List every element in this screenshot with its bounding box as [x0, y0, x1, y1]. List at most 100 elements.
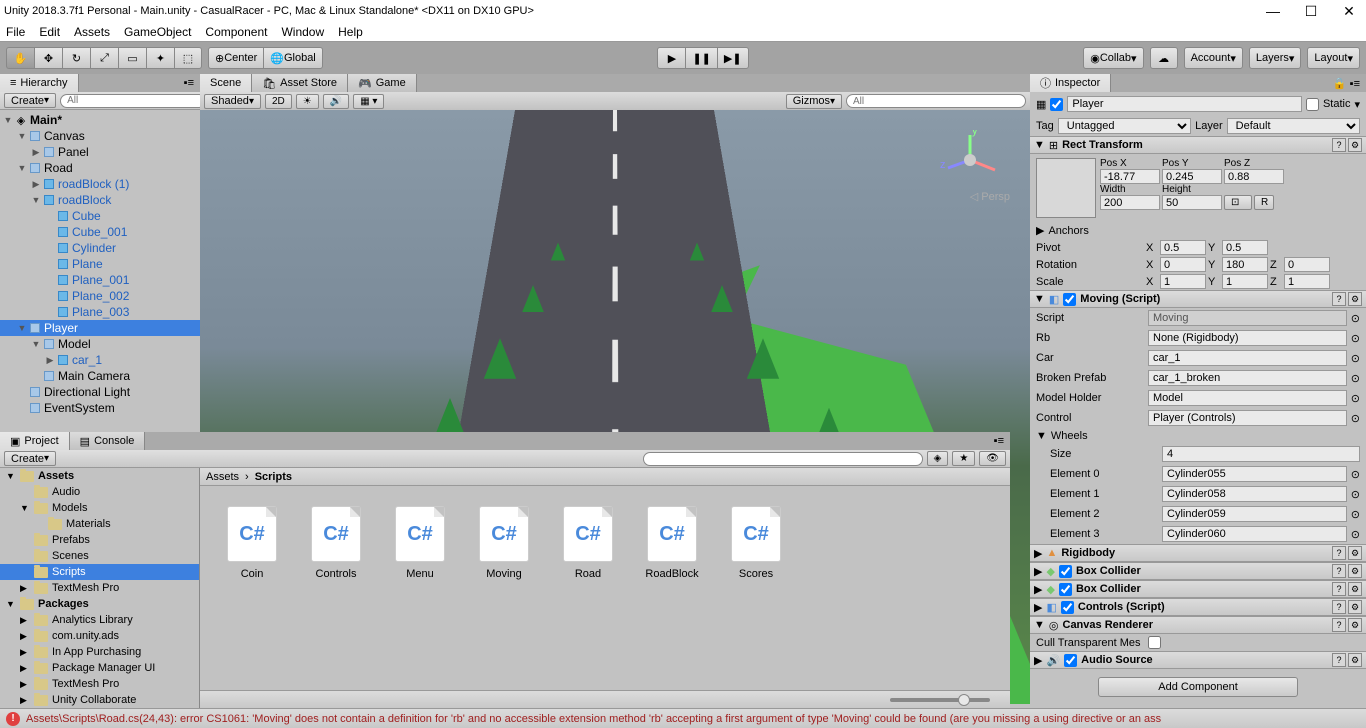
- scale-y[interactable]: [1222, 274, 1268, 289]
- rot-z[interactable]: [1284, 257, 1330, 272]
- rect-tool[interactable]: ▭: [118, 47, 146, 69]
- project-tree-item[interactable]: Prefabs: [0, 532, 199, 548]
- asset-store-tab[interactable]: 🛍 Asset Store: [252, 74, 348, 92]
- layers-button[interactable]: Layers ▾: [1249, 47, 1302, 69]
- hierarchy-item[interactable]: Cube_001: [0, 224, 200, 240]
- hierarchy-item[interactable]: Plane_003: [0, 304, 200, 320]
- project-options-icon[interactable]: ▪≡: [988, 435, 1010, 447]
- scene-gizmos-toggle[interactable]: Gizmos ▾: [786, 94, 842, 109]
- layout-button[interactable]: Layout ▾: [1307, 47, 1360, 69]
- scene-shading-mode[interactable]: Shaded ▾: [204, 94, 261, 109]
- custom-tool[interactable]: ⬚: [174, 47, 202, 69]
- menu-file[interactable]: File: [6, 25, 25, 39]
- object-picker-icon[interactable]: ⊙: [1351, 312, 1360, 325]
- project-breadcrumb[interactable]: Assets › Scripts: [200, 468, 1010, 486]
- help-icon[interactable]: ?: [1332, 138, 1346, 152]
- project-tree-item[interactable]: ▼Assets: [0, 468, 199, 484]
- pos-z-field[interactable]: [1224, 169, 1284, 184]
- box-collider-2-header[interactable]: ▶◆Box Collider?⚙: [1030, 580, 1366, 598]
- element-1-field[interactable]: [1162, 486, 1347, 502]
- inspector-content[interactable]: ▦ Static ▾ Tag Untagged Layer Default ▼⊞…: [1030, 92, 1366, 704]
- cloud-button[interactable]: ☁: [1150, 47, 1178, 69]
- project-tab[interactable]: ▣ Project: [0, 432, 70, 450]
- asset-item[interactable]: C#Moving: [472, 506, 536, 580]
- menu-component[interactable]: Component: [205, 25, 267, 39]
- project-tree-item[interactable]: ▶Package Manager UI: [0, 660, 199, 676]
- moving-enabled[interactable]: [1063, 293, 1076, 306]
- hierarchy-item[interactable]: Cylinder: [0, 240, 200, 256]
- project-create-button[interactable]: Create ▾: [4, 451, 56, 466]
- menu-assets[interactable]: Assets: [74, 25, 110, 39]
- scale-tool[interactable]: ⤢: [90, 47, 118, 69]
- audio-source-header[interactable]: ▶🔊Audio Source?⚙: [1030, 651, 1366, 669]
- settings-icon[interactable]: ⚙: [1348, 138, 1362, 152]
- project-filter-2[interactable]: ★: [952, 451, 975, 466]
- game-tab[interactable]: 🎮 Game: [348, 74, 417, 92]
- menu-help[interactable]: Help: [338, 25, 363, 39]
- step-button[interactable]: ▶❚: [717, 47, 749, 69]
- asset-grid[interactable]: C#CoinC#ControlsC#MenuC#MovingC#RoadC#Ro…: [200, 486, 1010, 690]
- hierarchy-item[interactable]: ▶car_1: [0, 352, 200, 368]
- project-tree-item[interactable]: Materials: [0, 516, 199, 532]
- blueprint-mode[interactable]: ⊡: [1224, 195, 1252, 210]
- collab-button[interactable]: ◉ Collab ▾: [1083, 47, 1143, 69]
- project-tree-item[interactable]: ▼Models: [0, 500, 199, 516]
- hierarchy-scene-row[interactable]: ▼ ◈ Main*: [0, 112, 200, 128]
- height-field[interactable]: [1162, 195, 1222, 210]
- layer-dropdown[interactable]: Default: [1227, 118, 1360, 134]
- element-2-field[interactable]: [1162, 506, 1347, 522]
- scene-2d-toggle[interactable]: 2D: [265, 94, 292, 109]
- menu-gameobject[interactable]: GameObject: [124, 25, 191, 39]
- hierarchy-item[interactable]: ▶Panel: [0, 144, 200, 160]
- pause-button[interactable]: ❚❚: [685, 47, 716, 69]
- canvas-renderer-header[interactable]: ▼◎Canvas Renderer?⚙: [1030, 616, 1366, 634]
- pivot-y[interactable]: [1222, 240, 1268, 255]
- moving-script-header[interactable]: ▼◧Moving (Script)?⚙: [1030, 290, 1366, 308]
- project-tree-item[interactable]: ▶com.unity.ads: [0, 628, 199, 644]
- rotate-tool[interactable]: ↻: [62, 47, 90, 69]
- hierarchy-item[interactable]: ▼Canvas: [0, 128, 200, 144]
- maximize-button[interactable]: ☐: [1298, 3, 1324, 20]
- add-component-button[interactable]: Add Component: [1098, 677, 1298, 697]
- account-button[interactable]: Account ▾: [1184, 47, 1243, 69]
- width-field[interactable]: [1100, 195, 1160, 210]
- menu-window[interactable]: Window: [281, 25, 324, 39]
- pivot-x[interactable]: [1160, 240, 1206, 255]
- project-tree-item[interactable]: ▶Unity Collaborate: [0, 692, 199, 708]
- hierarchy-item[interactable]: ▼Player: [0, 320, 200, 336]
- asset-item[interactable]: C#Road: [556, 506, 620, 580]
- hand-tool[interactable]: ✋: [6, 47, 34, 69]
- asset-item[interactable]: C#Menu: [388, 506, 452, 580]
- inspector-options-icon[interactable]: 🔒 ▪≡: [1327, 77, 1366, 90]
- hierarchy-item[interactable]: EventSystem: [0, 400, 200, 416]
- asset-item[interactable]: C#Scores: [724, 506, 788, 580]
- rigidbody-header[interactable]: ▶▲Rigidbody?⚙: [1030, 544, 1366, 562]
- console-tab[interactable]: ▤ Console: [70, 432, 146, 450]
- orientation-gizmo[interactable]: yz: [940, 130, 1000, 190]
- menu-edit[interactable]: Edit: [39, 25, 60, 39]
- pos-y-field[interactable]: [1162, 169, 1222, 184]
- scene-search[interactable]: [846, 94, 1026, 108]
- pivot-mode[interactable]: ⊕ Center: [208, 47, 263, 69]
- scene-audio-toggle[interactable]: 🔊: [323, 94, 349, 109]
- pivot-rotation[interactable]: 🌐 Global: [263, 47, 323, 69]
- project-tree-item[interactable]: ▶TextMesh Pro: [0, 676, 199, 692]
- scene-fx-toggle[interactable]: ▦ ▾: [353, 94, 384, 109]
- hierarchy-item[interactable]: ▼Road: [0, 160, 200, 176]
- model-holder-field[interactable]: [1148, 390, 1347, 406]
- tag-dropdown[interactable]: Untagged: [1058, 118, 1191, 134]
- hierarchy-item[interactable]: ▶roadBlock (1): [0, 176, 200, 192]
- wheels-size-field[interactable]: [1162, 446, 1360, 462]
- static-toggle[interactable]: [1306, 98, 1319, 111]
- gameobject-name-field[interactable]: [1067, 96, 1302, 112]
- move-tool[interactable]: ✥: [34, 47, 62, 69]
- pos-x-field[interactable]: [1100, 169, 1160, 184]
- project-hidden-toggle[interactable]: 👁: [979, 451, 1006, 466]
- hierarchy-tab[interactable]: ≡ Hierarchy: [0, 74, 79, 92]
- box-collider-1-header[interactable]: ▶◆Box Collider?⚙: [1030, 562, 1366, 580]
- element-0-field[interactable]: [1162, 466, 1347, 482]
- asset-item[interactable]: C#RoadBlock: [640, 506, 704, 580]
- rot-x[interactable]: [1160, 257, 1206, 272]
- close-button[interactable]: ✕: [1336, 3, 1362, 20]
- asset-item[interactable]: C#Controls: [304, 506, 368, 580]
